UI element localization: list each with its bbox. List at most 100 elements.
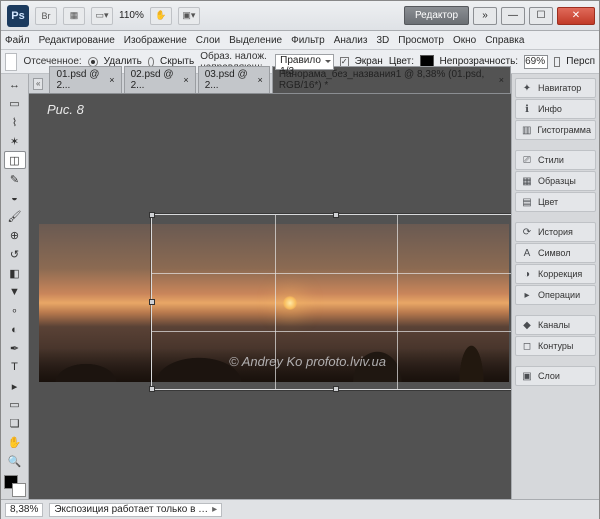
crop-tool-preset-icon[interactable] (5, 53, 17, 71)
panel-Операции[interactable]: ▸Операции (515, 285, 596, 305)
hide-radio[interactable] (148, 57, 154, 67)
eraser-tool[interactable]: ◧ (4, 264, 26, 282)
editor-workspace-button[interactable]: Редактор (404, 6, 469, 25)
panel-Слои[interactable]: ▣ Слои (515, 366, 596, 386)
menu-edit[interactable]: Редактирование (39, 35, 115, 46)
close-button[interactable]: ✕ (557, 7, 595, 25)
minimize-button[interactable]: — (501, 7, 525, 25)
panel-Цвет[interactable]: ▤Цвет (515, 192, 596, 212)
hand-tool[interactable]: ✋ (4, 434, 26, 452)
blur-tool[interactable]: ∘ (4, 302, 26, 320)
delete-radio[interactable] (88, 57, 98, 67)
crop-handle-nw[interactable] (149, 212, 155, 218)
panel-Образцы[interactable]: ▦ Образцы (515, 171, 596, 191)
panel-label: Навигатор (538, 83, 581, 93)
overlay-select[interactable]: Правило 1/3 (275, 54, 334, 70)
menu-layers[interactable]: Слои (196, 35, 220, 46)
crop-handle-n[interactable] (333, 212, 339, 218)
doc-tab-label: Панорама_без_названия1 @ 8,38% (01.psd, … (279, 69, 495, 91)
doc-tab-02[interactable]: 02.psd @ 2...× (124, 66, 196, 93)
minibridge-icon[interactable]: ▦ (63, 7, 85, 25)
perspective-checkbox[interactable] (554, 57, 560, 67)
menu-select[interactable]: Выделение (229, 35, 282, 46)
panel-Коррекция[interactable]: ◑Коррекция (515, 264, 596, 284)
menu-image[interactable]: Изображение (124, 35, 187, 46)
panel-label: Каналы (538, 320, 570, 330)
watermark: © Andrey Ko profoto.lviv.ua (229, 354, 386, 369)
panel-Навигатор[interactable]: ✦Навигатор (515, 78, 596, 98)
maximize-button[interactable]: ☐ (529, 7, 553, 25)
panel-Контуры[interactable]: ◻ Контуры (515, 336, 596, 356)
screen-checkbox[interactable] (340, 57, 349, 67)
menu-window[interactable]: Окно (453, 35, 476, 46)
shape-tool[interactable]: ▭ (4, 396, 26, 414)
doc-tab-panorama[interactable]: Панорама_без_названия1 @ 8,38% (01.psd, … (272, 66, 511, 93)
pen-tool[interactable]: ✒ (4, 340, 26, 358)
status-zoom-value: 8,38% (10, 504, 38, 515)
panel-icon: ▣ (520, 369, 534, 383)
zoom-tool[interactable]: 🔍 (4, 453, 26, 471)
doc-tab-01[interactable]: 01.psd @ 2...× (49, 66, 121, 93)
marquee-tool[interactable]: ▭ (4, 95, 26, 113)
lasso-tool[interactable]: ⌇ (4, 114, 26, 132)
doc-tab-label: 02.psd @ 2... (131, 69, 180, 91)
panel-История[interactable]: ⟳История (515, 222, 596, 242)
hand-tool-icon[interactable]: ✋ (150, 7, 172, 25)
panel-label: Слои (538, 371, 560, 381)
panel-Гистограмма[interactable]: ▥Гистограмма (515, 120, 596, 140)
tab-scroll-icon[interactable]: « (33, 78, 43, 90)
panel-Символ[interactable]: A Символ (515, 243, 596, 263)
gradient-tool[interactable]: ▼ (4, 283, 26, 301)
history-brush-tool[interactable]: ↺ (4, 245, 26, 263)
close-icon[interactable]: × (183, 75, 188, 85)
close-icon[interactable]: × (258, 75, 263, 85)
panel-label: Символ (538, 248, 570, 258)
stamp-tool[interactable]: ⊕ (4, 227, 26, 245)
dodge-tool[interactable]: ◐ (4, 321, 26, 339)
panel-icon: ◻ (520, 339, 534, 353)
brush-tool[interactable]: 🖌 (4, 208, 26, 226)
menu-help[interactable]: Справка (485, 35, 524, 46)
crop-handle-w[interactable] (149, 299, 155, 305)
quick-select-tool[interactable]: ✶ (4, 132, 26, 150)
menu-view[interactable]: Просмотр (398, 35, 444, 46)
3d-tool[interactable]: ❏ (4, 415, 26, 433)
figure-label: Рис. 8 (47, 102, 84, 117)
canvas[interactable]: Рис. 8 © Andrey Ko profoto.lviv.ua (29, 94, 511, 499)
close-icon[interactable]: × (499, 75, 504, 85)
title-zoom[interactable]: 110% (119, 10, 144, 21)
status-zoom[interactable]: 8,38% (5, 503, 43, 517)
status-message[interactable]: Экспозиция работает только в …▸ (49, 503, 222, 517)
panel-Каналы[interactable]: ◆Каналы (515, 315, 596, 335)
crop-handle-sw[interactable] (149, 386, 155, 392)
menu-filter[interactable]: Фильтр (291, 35, 325, 46)
panel-icon: A (520, 246, 534, 260)
menu-analysis[interactable]: Анализ (334, 35, 368, 46)
panel-icon: ⟳ (520, 225, 534, 239)
panel-label: Гистограмма (537, 125, 591, 135)
crop-tool[interactable]: ◫ (4, 151, 26, 169)
workspace-expand-icon[interactable]: » (473, 7, 497, 25)
path-select-tool[interactable]: ▸ (4, 377, 26, 395)
view-mode-icon[interactable]: ▣▾ (178, 7, 200, 25)
type-tool[interactable]: T (4, 358, 26, 376)
crop-handle-s[interactable] (333, 386, 339, 392)
fg-bg-colors[interactable] (4, 475, 26, 497)
bridge-icon[interactable]: Br (35, 7, 57, 25)
menu-3d[interactable]: 3D (376, 35, 389, 46)
panel-label: Контуры (538, 341, 573, 351)
panel-icon: ▦ (520, 174, 534, 188)
move-tool[interactable]: ↔ (4, 76, 26, 94)
panel-label: Образцы (538, 176, 576, 186)
close-icon[interactable]: × (109, 75, 114, 85)
app-logo: Ps (7, 5, 29, 27)
menu-file[interactable]: Файл (5, 35, 30, 46)
healing-tool[interactable]: ◒ (4, 189, 26, 207)
panel-Стили[interactable]: ⎚Стили (515, 150, 596, 170)
view-layout-icon[interactable]: ▭▾ (91, 7, 113, 25)
panel-Инфо[interactable]: ℹИнфо (515, 99, 596, 119)
eyedropper-tool[interactable]: ✎ (4, 170, 26, 188)
doc-tab-03[interactable]: 03.psd @ 2...× (198, 66, 270, 93)
opacity-value[interactable]: 69% (524, 55, 548, 69)
perspective-label: Персп (566, 56, 595, 67)
